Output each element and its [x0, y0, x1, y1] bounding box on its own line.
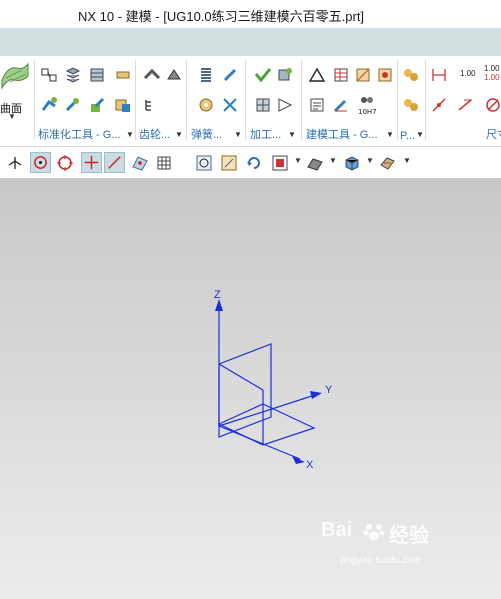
chevron-down-icon[interactable]: ▼ — [403, 156, 411, 165]
group-label-misc: P... — [400, 130, 416, 142]
chamfer-icon[interactable] — [276, 96, 294, 114]
note-icon[interactable] — [308, 96, 326, 114]
spring-pen-icon[interactable] — [221, 66, 239, 84]
ribbon-tab-strip — [0, 28, 501, 56]
surface-group: 曲面 ▼ — [0, 56, 35, 146]
tool-pencil-icon[interactable] — [114, 66, 132, 84]
gear-group: 齿轮... ▼ — [137, 56, 187, 146]
watermark-url: jingyan.baidu.com — [341, 555, 422, 566]
bevel-gear-icon[interactable] — [165, 66, 183, 84]
line-point-icon[interactable] — [104, 152, 125, 173]
group-label-modeling: 建模工具 - G... — [306, 129, 378, 141]
surface-icon — [1, 62, 29, 90]
wrench-part-icon[interactable] — [64, 96, 82, 114]
graphics-window[interactable]: Z Y X Bai 经验 jingyan.baidu.com — [0, 179, 501, 599]
machining-group: 加工... ▼ — [248, 56, 302, 146]
dimension-value-3[interactable]: 1.00 — [484, 73, 500, 82]
chevron-down-icon[interactable]: ▼ — [234, 130, 242, 139]
fit-view-icon[interactable] — [194, 153, 214, 173]
check-feature-icon[interactable] — [254, 66, 272, 84]
group-label-gear: 齿轮... — [139, 129, 171, 141]
group-label-standard: 标准化工具 - G... — [38, 129, 121, 141]
dimension-check-icon[interactable] — [354, 66, 372, 84]
assembly-parts-icon[interactable] — [402, 96, 420, 114]
shaded-cube-icon[interactable] — [342, 153, 362, 173]
spring-icon[interactable] — [197, 66, 215, 84]
chevron-down-icon[interactable]: ▼ — [366, 156, 374, 165]
part-family-icon[interactable] — [40, 66, 58, 84]
surface-button[interactable]: 曲面 ▼ — [0, 60, 30, 121]
chevron-down-icon[interactable]: ▼ — [288, 130, 296, 139]
selection-toolbar: ▼ ▼ ▼ ▼ — [0, 147, 501, 179]
intersection-point-icon[interactable] — [81, 152, 102, 173]
group-label-machining: 加工... — [250, 129, 282, 141]
chevron-down-icon[interactable]: ▼ — [175, 130, 183, 139]
z-axis-label: Z — [214, 289, 221, 301]
layer-stack-icon[interactable] — [64, 66, 82, 84]
section-view-icon[interactable] — [378, 153, 398, 173]
grid-check-icon[interactable] — [254, 96, 272, 114]
baidu-watermark: Bai 经验 jingyan.baidu.com — [321, 519, 471, 569]
spring-group: 弹簧... ▼ — [189, 56, 246, 146]
orient-view-icon[interactable] — [270, 153, 290, 173]
chevron-down-icon[interactable]: ▼ — [416, 130, 424, 139]
pen-edit-icon[interactable] — [332, 96, 350, 114]
disc-spring-icon[interactable] — [197, 96, 215, 114]
dimension-group: 1.00 1.00 1.00 尺寸 — [428, 56, 501, 146]
diameter-icon[interactable] — [484, 96, 501, 114]
group-label-dimension: 尺寸 — [486, 129, 501, 141]
title-bar: NX 10 - 建模 - [UG10.0练习三维建模六百零五.prt] — [0, 0, 501, 28]
gear-icon[interactable] — [143, 66, 161, 84]
angular-dimension-icon[interactable] — [430, 96, 448, 114]
dimension-value-2[interactable]: 1.00 — [484, 64, 500, 73]
delete-spring-icon[interactable] — [221, 96, 239, 114]
standard-tools-group: 标准化工具 - G... ▼ — [36, 56, 136, 146]
tolerance-icon[interactable]: 10H7 — [356, 94, 378, 116]
assembly-icon[interactable] — [402, 66, 420, 84]
chevron-down-icon[interactable]: ▼ — [294, 156, 302, 165]
watermark-brand-b: 经验 — [389, 525, 429, 547]
gear-rack-icon[interactable] — [143, 96, 161, 114]
chevron-down-icon[interactable]: ▼ — [386, 130, 394, 139]
face-point-icon[interactable] — [130, 153, 150, 173]
window-title: NX 10 - 建模 - [UG10.0练习三维建模六百零五.prt] — [78, 9, 365, 24]
y-axis-label: Y — [325, 384, 333, 396]
watermark-brand-a: Bai — [321, 519, 353, 541]
arc-center-icon[interactable] — [30, 152, 51, 173]
ribbon: 曲面 ▼ 标准化工具 - G... ▼ 齿轮... ▼ 弹簧... ▼ 加工..… — [0, 56, 501, 147]
chain-dimension-icon[interactable] — [456, 96, 474, 114]
measure-icon[interactable] — [376, 66, 394, 84]
linear-dimension-icon[interactable] — [430, 66, 448, 84]
grid-select-icon[interactable] — [154, 153, 174, 173]
import-arrow-icon[interactable] — [40, 96, 58, 114]
assembly-group: P... ▼ — [400, 56, 426, 146]
stack-grid-icon[interactable] — [88, 66, 106, 84]
library-icon[interactable] — [114, 96, 132, 114]
export-part-icon[interactable] — [88, 96, 106, 114]
modeling-tools-group: 10H7 建模工具 - G... ▼ — [304, 56, 398, 146]
dimension-value-1[interactable]: 1.00 — [460, 69, 476, 78]
render-style-icon[interactable] — [305, 153, 325, 173]
triangle-icon[interactable] — [308, 66, 326, 84]
chevron-down-icon[interactable]: ▼ — [329, 156, 337, 165]
chevron-down-icon[interactable]: ▼ — [8, 112, 16, 121]
chevron-down-icon[interactable]: ▼ — [126, 130, 134, 139]
table-icon[interactable] — [332, 66, 350, 84]
rotate-view-icon[interactable] — [244, 153, 264, 173]
zoom-window-icon[interactable] — [219, 153, 239, 173]
snap-point-icon[interactable] — [5, 153, 25, 173]
quadrant-point-icon[interactable] — [55, 153, 75, 173]
x-axis-label: X — [306, 459, 314, 471]
tolerance-code: 10H7 — [358, 108, 377, 116]
group-label-spring: 弹簧... — [191, 129, 223, 141]
paw-icon — [363, 524, 385, 541]
machining-part-icon[interactable] — [276, 66, 294, 84]
